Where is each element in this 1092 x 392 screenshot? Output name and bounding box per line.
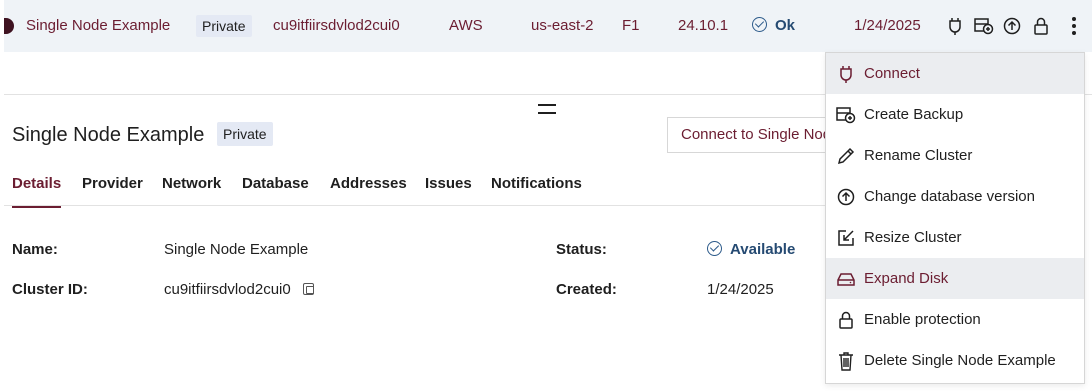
upgrade-icon	[836, 187, 856, 207]
tabs-underline	[4, 205, 834, 206]
menu-item-label: Expand Disk	[864, 270, 949, 287]
created-cell: 1/24/2025	[854, 17, 921, 34]
cluster-name-cell[interactable]: Single Node Example	[26, 0, 170, 52]
menu-item-label: Change database version	[864, 188, 1035, 205]
lock-icon	[836, 310, 856, 330]
menu-item-label: Rename Cluster	[864, 147, 973, 164]
created-label: Created:	[556, 281, 617, 298]
row-selection-indicator	[4, 18, 14, 34]
connect-icon[interactable]	[945, 16, 965, 36]
menu-item-expand-disk[interactable]: Expand Disk	[826, 258, 1084, 299]
created-value: 1/24/2025	[707, 281, 774, 298]
check-circle-icon	[752, 17, 767, 32]
resize-handle[interactable]	[538, 104, 556, 114]
pencil-icon	[836, 146, 856, 166]
name-value: Single Node Example	[164, 241, 309, 258]
visibility-badge: Private	[196, 15, 252, 37]
tab-issues[interactable]: Issues	[425, 170, 472, 208]
menu-item-delete-cluster[interactable]: Delete Single Node Example	[826, 340, 1084, 381]
disk-icon	[836, 269, 856, 289]
tab-addresses[interactable]: Addresses	[330, 170, 407, 208]
copy-icon[interactable]	[302, 283, 314, 295]
lock-icon[interactable]	[1031, 16, 1051, 36]
check-circle-icon	[707, 241, 722, 256]
menu-item-label: Connect	[864, 65, 920, 82]
tab-network[interactable]: Network	[162, 170, 221, 208]
menu-item-label: Resize Cluster	[864, 229, 962, 246]
status-cell: Ok	[752, 0, 795, 52]
visibility-badge-label: Private	[196, 15, 252, 37]
menu-item-label: Create Backup	[864, 106, 964, 123]
tab-details[interactable]: Details	[12, 170, 62, 208]
version-cell: 24.10.1	[678, 17, 729, 34]
cluster-table-row[interactable]: Single Node Example Private cu9itfiirsdv…	[4, 0, 1092, 52]
menu-item-connect[interactable]: Connect	[826, 53, 1084, 94]
cluster-id-label: Cluster ID:	[12, 281, 88, 298]
tab-database[interactable]: Database	[242, 170, 309, 208]
upgrade-icon[interactable]	[1002, 16, 1022, 36]
tab-notifications[interactable]: Notifications	[491, 170, 582, 208]
trash-icon	[836, 351, 856, 371]
resize-icon	[836, 228, 856, 248]
connect-icon	[836, 64, 856, 84]
cluster-actions-menu: Connect Create Backup Rename Cluster Cha…	[825, 52, 1085, 384]
tier-cell: F1	[622, 17, 640, 34]
menu-item-enable-protection[interactable]: Enable protection	[826, 299, 1084, 340]
more-actions-icon[interactable]	[1062, 12, 1086, 40]
status-value-text: Available	[730, 241, 796, 258]
cluster-id-text: cu9itfiirsdvlod2cui0	[164, 281, 291, 298]
status-label: Status:	[556, 241, 607, 258]
menu-item-change-database-version[interactable]: Change database version	[826, 176, 1084, 217]
cluster-id-value: cu9itfiirsdvlod2cui0	[164, 281, 314, 298]
menu-item-rename-cluster[interactable]: Rename Cluster	[826, 135, 1084, 176]
tab-provider[interactable]: Provider	[82, 170, 143, 208]
page-title: Single Node Example	[12, 124, 205, 146]
menu-item-resize-cluster[interactable]: Resize Cluster	[826, 217, 1084, 258]
region-cell: us-east-2	[531, 17, 594, 34]
title-visibility-badge: Private	[217, 122, 273, 146]
provider-cell: AWS	[449, 17, 483, 34]
menu-item-label: Delete Single Node Example	[864, 352, 1056, 369]
cluster-id-cell: cu9itfiirsdvlod2cui0	[273, 17, 400, 34]
menu-item-create-backup[interactable]: Create Backup	[826, 94, 1084, 135]
status-label: Ok	[775, 17, 796, 34]
backup-icon	[836, 105, 856, 125]
name-label: Name:	[12, 241, 58, 258]
backup-icon[interactable]	[974, 16, 994, 36]
status-value: Available	[707, 241, 795, 258]
menu-item-label: Enable protection	[864, 311, 981, 328]
